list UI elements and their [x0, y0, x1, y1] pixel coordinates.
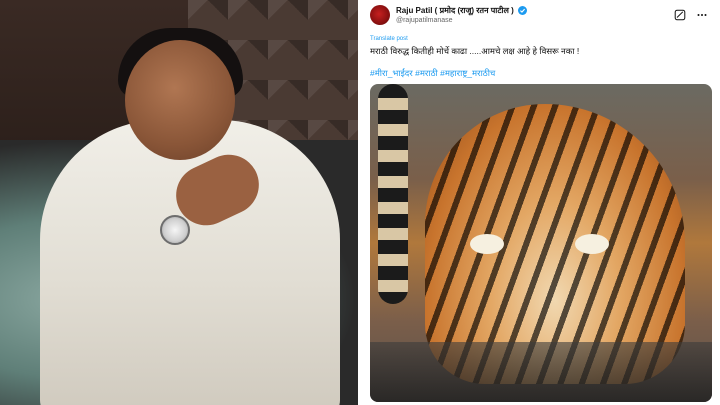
- water-surface: [370, 342, 712, 402]
- display-name[interactable]: Raju Patil ( प्रमोद (राजू) रतन पाटील ): [396, 6, 514, 15]
- wristwatch: [160, 215, 190, 245]
- person-face: [125, 40, 235, 160]
- tweet-media-image[interactable]: [370, 84, 712, 402]
- author-name-row: Raju Patil ( प्रमोद (राजू) रतन पाटील ): [396, 6, 674, 15]
- tweet-card: Raju Patil ( प्रमोद (राजू) रतन पाटील ) @…: [362, 0, 720, 405]
- more-options-icon[interactable]: [696, 9, 708, 21]
- author-info: Raju Patil ( प्रमोद (राजू) रतन पाटील ) @…: [396, 6, 674, 24]
- grok-icon[interactable]: [674, 9, 686, 21]
- verified-badge-icon: [517, 6, 527, 15]
- tweet-header: Raju Patil ( प्रमोद (राजू) रतन पाटील ) @…: [370, 4, 712, 26]
- avatar[interactable]: [370, 5, 390, 25]
- tiger-eye-right: [575, 234, 609, 254]
- hashtags[interactable]: #मीरा_भाईंदर #मराठी #महाराष्ट्र_मराठीच: [370, 68, 712, 79]
- person-kurta: [40, 120, 340, 405]
- left-photo: [0, 0, 358, 405]
- translate-link[interactable]: Translate post: [370, 36, 712, 42]
- user-handle[interactable]: @rajupatilmanase: [396, 17, 674, 24]
- tiger-tail: [378, 84, 408, 304]
- tweet-text: मराठी विरुद्ध कितीही मोर्चे काढा .....आम…: [370, 46, 580, 56]
- tiger-eye-left: [470, 234, 504, 254]
- header-actions: [674, 9, 708, 21]
